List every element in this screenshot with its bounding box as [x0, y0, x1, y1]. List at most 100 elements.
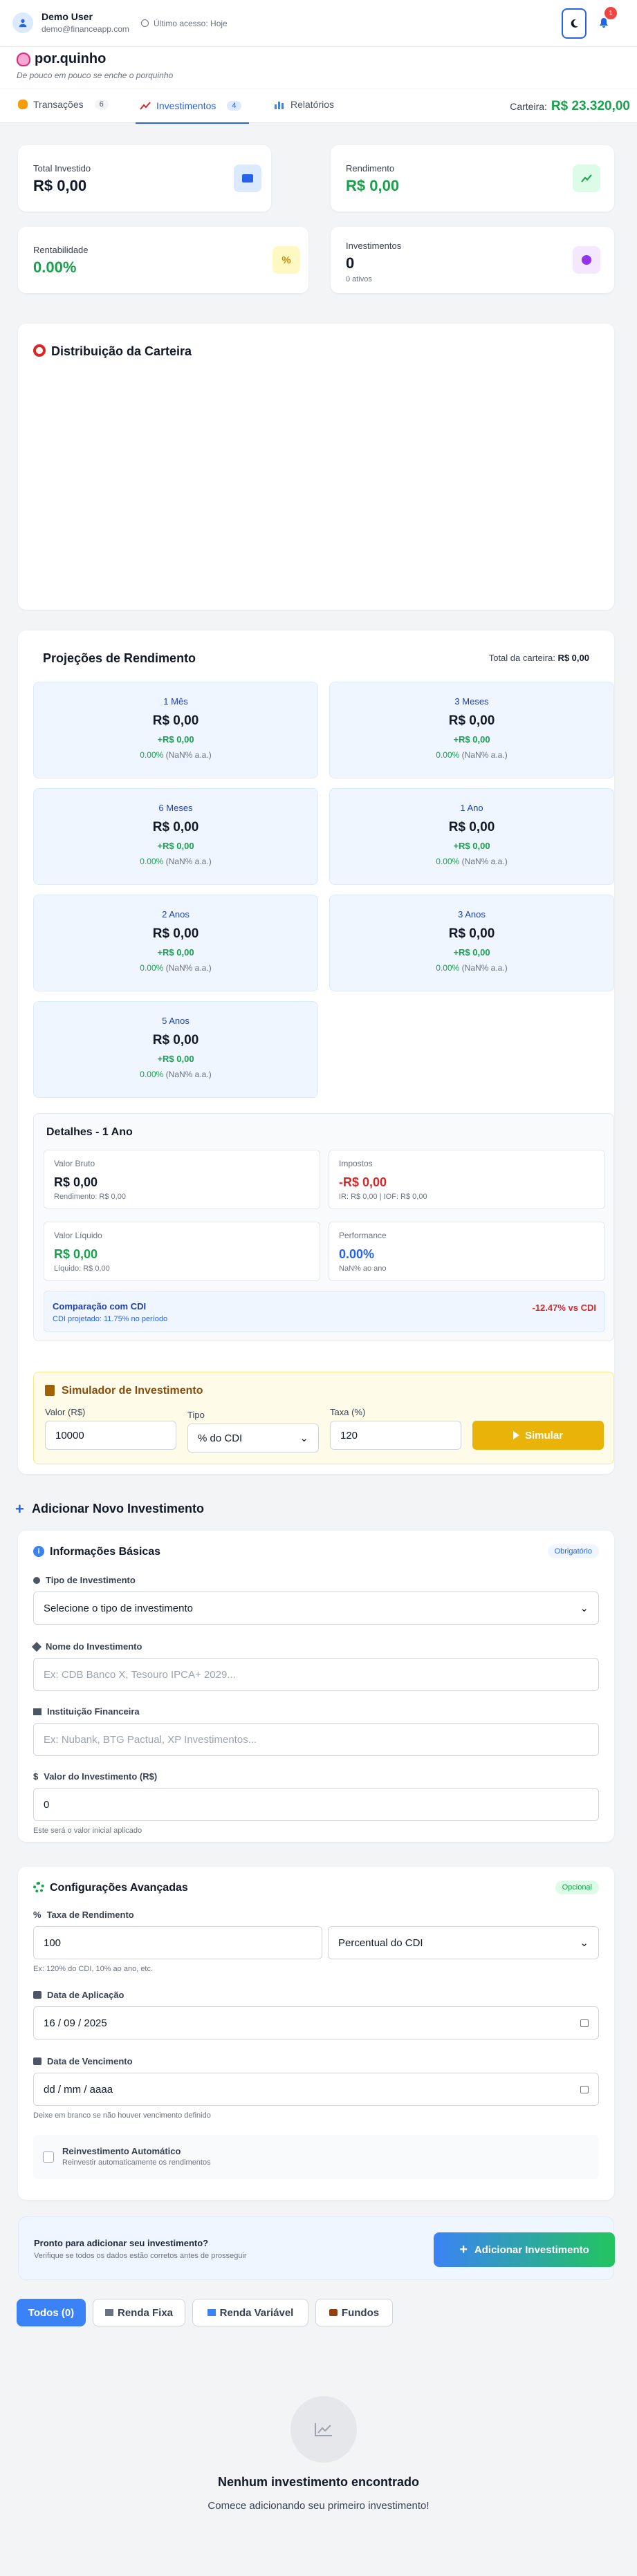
stat-card-rentabilidade: Rentabilidade 0.00% % — [18, 227, 308, 293]
tab-investimentos[interactable]: Investimentos 4 — [136, 89, 249, 124]
calendar-icon — [580, 2019, 589, 2027]
clock-icon — [141, 19, 149, 27]
calendar-icon — [33, 1991, 41, 1999]
projection-6m: 6 Meses R$ 0,00 +R$ 0,00 0.00% (NaN% a.a.) — [33, 788, 318, 885]
tab-transacoes[interactable]: Transações 6 — [18, 99, 109, 110]
filter-fundos[interactable]: Fundos — [315, 2299, 393, 2326]
percent-icon: % — [33, 1910, 41, 1920]
cdi-comparison: Comparação com CDI CDI projetado: 11.75%… — [44, 1291, 605, 1332]
tab-bar: Transações 6 Investimentos 4 Relatórios … — [0, 88, 637, 124]
top-header: Demo User demo@financeapp.com Último ace… — [0, 0, 637, 47]
chevron-down-icon: ⌄ — [580, 1603, 589, 1614]
calendar-icon — [580, 2085, 589, 2093]
gear-icon — [33, 1882, 44, 1893]
notification-badge: 1 — [604, 7, 617, 19]
distribution-card: Distribuição da Carteira — [18, 324, 614, 610]
projection-5y: 5 Anos R$ 0,00 +R$ 0,00 0.00% (NaN% a.a.) — [33, 1001, 318, 1098]
money-bag-icon — [18, 100, 28, 109]
apply-date-input[interactable]: 16 / 09 / 2025 — [33, 2006, 599, 2040]
stat-card-rendimento: Rendimento R$ 0,00 — [331, 145, 614, 212]
notifications-button[interactable]: 1 — [593, 7, 617, 33]
add-section-title: Adicionar Novo Investimento — [32, 1502, 205, 1515]
filter-todos[interactable]: Todos (0) — [17, 2299, 86, 2326]
bar-chart-icon — [207, 2309, 216, 2316]
filter-renda-fixa[interactable]: Renda Fixa — [93, 2299, 185, 2326]
details-panel: Detalhes - 1 Ano Valor Bruto R$ 0,00 Rendi… — [33, 1113, 614, 1341]
empty-subtitle: Comece adicionando seu primeiro investim… — [207, 2500, 430, 2512]
trend-icon — [573, 165, 600, 192]
details-title: Detalhes - 1 Ano — [46, 1126, 133, 1138]
plus-icon: + — [15, 1500, 24, 1518]
target-icon — [33, 344, 46, 357]
sim-value-input[interactable]: 10000 — [45, 1421, 176, 1450]
empty-state-icon — [290, 2396, 357, 2463]
projections-card: Projeções de Rendimento Total da carteir… — [18, 631, 614, 1474]
tab-relatorios[interactable]: Relatórios — [274, 99, 334, 110]
detail-net: Valor Líquido R$ 0,00 Líquido: R$ 0,00 — [44, 1222, 320, 1281]
investment-name-input[interactable]: Ex: CDB Banco X, Tesouro IPCA+ 2029... — [33, 1658, 599, 1691]
simulate-button[interactable]: Simular — [472, 1421, 604, 1450]
dollar-icon: $ — [33, 1771, 39, 1782]
brand-tagline: De pouco em pouco se enche o porquinho — [17, 71, 174, 80]
detail-taxes: Impostos -R$ 0,00 IR: R$ 0,00 | IOF: R$ 0,… — [329, 1150, 605, 1209]
avatar[interactable] — [12, 12, 33, 33]
stat-card-investimentos: Investimentos 0 0 ativos — [331, 227, 614, 293]
piggy-logo-icon — [17, 53, 30, 66]
projections-title: Projeções de Rendimento — [43, 651, 196, 665]
rate-type-select[interactable]: Percentual do CDI ⌄ — [328, 1926, 599, 1959]
theme-toggle-button[interactable] — [562, 8, 587, 39]
bank-icon — [104, 2309, 113, 2316]
distribution-title: Distribuição da Carteira — [51, 344, 192, 358]
sim-rate-input[interactable]: 120 — [330, 1421, 461, 1450]
empty-title: Nenhum investimento encontrado — [217, 2475, 420, 2489]
investment-type-select[interactable]: Selecione o tipo de investimento ⌄ — [33, 1592, 599, 1625]
basic-info-card: i Informações Básicas Obrigatório Tipo d… — [18, 1531, 614, 1842]
portfolio-total: Total da carteira: R$ 0,00 — [488, 653, 589, 663]
wallet-value: R$ 23.320,00 — [551, 99, 630, 113]
detail-performance: Performance 0.00% NaN% ao ano — [329, 1222, 605, 1281]
percent-icon: % — [273, 246, 300, 274]
bank-icon — [33, 1708, 41, 1715]
brand-name: por.quinho — [35, 51, 107, 66]
chevron-down-icon: ⌄ — [580, 1937, 589, 1949]
rate-input[interactable]: 100 — [33, 1926, 322, 1959]
user-email: demo@financeapp.com — [41, 24, 129, 34]
projection-3y: 3 Anos R$ 0,00 +R$ 0,00 0.00% (NaN% a.a.) — [329, 895, 614, 991]
add-investment-button[interactable]: + Adicionar Investimento — [434, 2232, 615, 2267]
sparkle-icon — [33, 1576, 40, 1584]
last-access: Último acesso: Hoje — [154, 19, 228, 28]
filter-renda-variavel[interactable]: Renda Variável — [192, 2299, 308, 2326]
institution-input[interactable]: Ex: Nubank, BTG Pactual, XP Investimento… — [33, 1723, 599, 1756]
plus-icon: + — [459, 2241, 468, 2257]
user-icon — [19, 19, 27, 28]
wallet-summary: Carteira: R$ 23.320,00 — [510, 99, 630, 114]
sim-type-select[interactable]: % do CDI ⌄ — [187, 1424, 319, 1453]
info-icon: i — [33, 1546, 44, 1557]
wallet-label: Carteira: — [510, 101, 547, 112]
calculator-icon — [45, 1385, 55, 1396]
submit-banner: Pronto para adicionar seu investimento? … — [18, 2216, 615, 2280]
simulator-panel: Simulador de Investimento Valor (R$) 100… — [33, 1372, 614, 1464]
reinvest-option[interactable]: Reinvestimento Automático Reinvestir aut… — [33, 2135, 599, 2179]
play-icon — [513, 1431, 519, 1439]
brand: por.quinho De pouco em pouco se enche o … — [0, 47, 637, 88]
advanced-card: Configurações Avançadas Opcional % Taxa d… — [18, 1867, 614, 2200]
calendar-icon — [33, 2057, 41, 2065]
projection-3m: 3 Meses R$ 0,00 +R$ 0,00 0.00% (NaN% a.a.) — [329, 682, 614, 778]
optional-badge: Opcional — [555, 1880, 599, 1894]
investment-value-input[interactable]: 0 — [33, 1788, 599, 1821]
coins-icon — [573, 246, 600, 274]
due-date-input[interactable]: dd / mm / aaaa — [33, 2073, 599, 2106]
briefcase-icon — [329, 2309, 338, 2316]
projection-1y: 1 Ano R$ 0,00 +R$ 0,00 0.00% (NaN% a.a.) — [329, 788, 614, 885]
detail-gross: Valor Bruto R$ 0,00 Rendimento: R$ 0,00 — [44, 1150, 320, 1209]
stat-card-total-investido: Total Investido R$ 0,00 — [18, 145, 271, 212]
bar-chart-icon — [275, 102, 284, 109]
chevron-down-icon: ⌄ — [299, 1432, 308, 1444]
chart-up-icon — [140, 102, 151, 110]
user-name: Demo User — [41, 11, 93, 22]
tag-icon — [31, 1641, 42, 1652]
reinvest-checkbox[interactable] — [43, 2152, 54, 2163]
wallet-icon — [234, 165, 261, 192]
required-badge: Obrigatório — [547, 1544, 599, 1558]
